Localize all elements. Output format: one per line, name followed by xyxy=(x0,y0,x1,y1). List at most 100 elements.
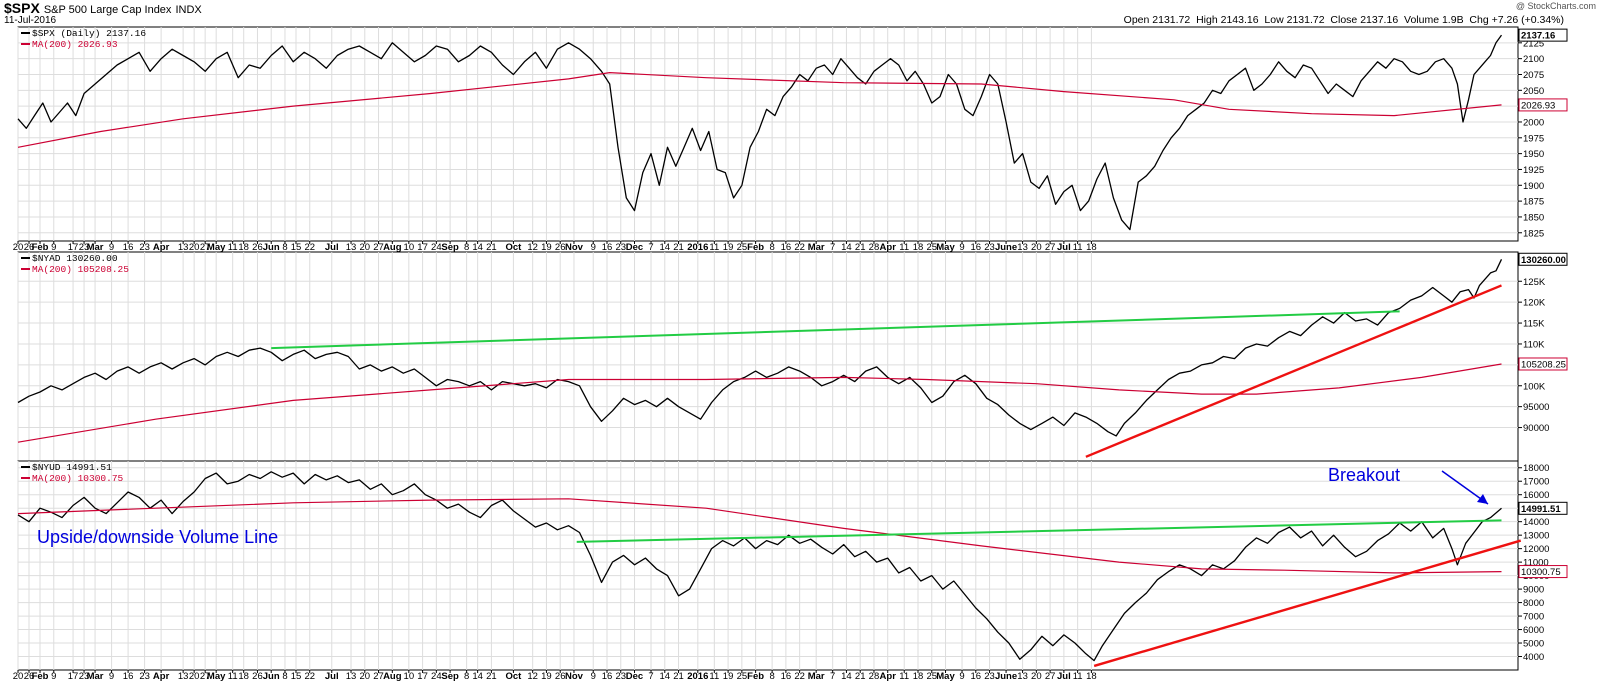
x-tick-label: 14 xyxy=(841,242,852,253)
x-tick-label: June xyxy=(995,242,1017,253)
y-tick-label: 2075 xyxy=(1523,70,1544,81)
x-tick-label: 11 xyxy=(899,242,909,253)
price-line xyxy=(17,259,1503,437)
x-tick-label: 13 xyxy=(1017,242,1028,253)
x-tick-label: 14 xyxy=(472,671,483,682)
x-tick-label: 20 xyxy=(359,671,370,682)
legend-label: MA(200) 10300.75 xyxy=(32,473,124,484)
x-tick-label: 16 xyxy=(971,242,982,253)
y-tick-label: 12000 xyxy=(1523,544,1549,555)
red-trend-line xyxy=(1085,284,1502,458)
x-tick-label: 9 xyxy=(959,242,964,253)
x-tick-label: 11 xyxy=(1073,242,1083,253)
x-tick-label: 19 xyxy=(723,671,734,682)
x-tick-label: 19 xyxy=(723,242,734,253)
x-tick-label: 26 xyxy=(252,671,263,682)
x-tick-label: 16 xyxy=(971,671,982,682)
annotation-breakout: Breakout xyxy=(1328,465,1400,485)
y-tick-label: 90000 xyxy=(1523,423,1549,434)
x-tick-label: 7 xyxy=(830,671,835,682)
x-tick-label: 18 xyxy=(238,671,249,682)
y-tick-label: 125K xyxy=(1523,277,1546,288)
x-tick-label: 8 xyxy=(464,242,469,253)
x-tick-label: 17 xyxy=(68,671,79,682)
x-tick-label: 9 xyxy=(959,671,964,682)
x-tick-label: 13 xyxy=(178,242,189,253)
x-tick-label: Oct xyxy=(505,242,522,253)
last-value-label: 130260.00 xyxy=(1521,255,1566,266)
y-tick-label: 13000 xyxy=(1523,531,1549,542)
x-tick-label: 10 xyxy=(404,242,415,253)
x-tick-label: 23 xyxy=(615,242,626,253)
x-tick-label: 13 xyxy=(346,671,357,682)
x-tick-label: Dec xyxy=(626,671,643,682)
x-tick-label: Jul xyxy=(1057,671,1071,682)
x-tick-label: 20 xyxy=(13,671,24,682)
x-tick-label: Feb xyxy=(32,242,49,253)
x-tick-label: 21 xyxy=(486,242,497,253)
x-tick-label: 16 xyxy=(781,671,792,682)
y-tick-label: 2050 xyxy=(1523,86,1544,97)
x-tick-label: June xyxy=(995,671,1017,682)
x-tick-label: 11 xyxy=(709,242,719,253)
chart-canvas: 2125210020752050202520001975195019251900… xyxy=(13,26,1568,682)
y-tick-label: 120K xyxy=(1523,298,1546,309)
x-tick-label: 19 xyxy=(541,242,552,253)
x-tick-label: 13 xyxy=(178,671,189,682)
y-tick-label: 17000 xyxy=(1523,477,1549,488)
x-tick-label: 9 xyxy=(51,242,56,253)
y-tick-label: 8000 xyxy=(1523,598,1544,609)
y-tick-label: 1950 xyxy=(1523,149,1544,160)
x-tick-label: 24 xyxy=(431,242,442,253)
price-line xyxy=(17,34,1503,231)
x-tick-label: 14 xyxy=(841,671,852,682)
x-tick-label: 26 xyxy=(252,242,263,253)
x-tick-label: 8 xyxy=(769,242,774,253)
x-tick-label: Dec xyxy=(626,242,643,253)
x-tick-label: Mar xyxy=(808,242,825,253)
x-tick-label: 20 xyxy=(189,671,200,682)
x-tick-label: Mar xyxy=(87,242,104,253)
x-tick-label: May xyxy=(936,671,955,682)
x-tick-label: 22 xyxy=(794,671,805,682)
y-tick-label: 2000 xyxy=(1523,117,1544,128)
x-tick-label: 21 xyxy=(855,671,866,682)
price-line xyxy=(17,471,1502,662)
x-tick-label: 20 xyxy=(189,242,200,253)
x-tick-label: Aug xyxy=(383,671,402,682)
y-tick-label: 1825 xyxy=(1523,228,1544,239)
green-resistance-line xyxy=(576,519,1502,543)
y-tick-label: 2100 xyxy=(1523,54,1544,65)
annotation-volume-line: Upside/downside Volume Line xyxy=(37,527,278,547)
x-tick-label: May xyxy=(936,242,955,253)
x-tick-label: 25 xyxy=(737,242,748,253)
x-tick-label: Nov xyxy=(565,671,584,682)
x-tick-label: Apr xyxy=(153,671,170,682)
x-tick-label: 18 xyxy=(913,671,924,682)
x-tick-label: 23 xyxy=(615,671,626,682)
x-tick-label: 22 xyxy=(304,671,315,682)
x-tick-label: Aug xyxy=(383,242,402,253)
x-tick-label: 9 xyxy=(109,242,114,253)
x-tick-label: Apr xyxy=(880,671,897,682)
x-tick-label: 11 xyxy=(228,671,238,682)
y-tick-label: 14000 xyxy=(1523,517,1549,528)
x-tick-label: 8 xyxy=(769,671,774,682)
x-tick-label: 23 xyxy=(139,671,150,682)
x-tick-label: 21 xyxy=(486,671,497,682)
y-tick-label: 7000 xyxy=(1523,612,1544,623)
x-tick-label: 17 xyxy=(417,242,428,253)
x-tick-label: 24 xyxy=(431,671,442,682)
x-tick-label: 16 xyxy=(123,671,134,682)
x-tick-label: 27 xyxy=(1045,671,1056,682)
y-tick-label: 1875 xyxy=(1523,197,1544,208)
x-tick-label: 11 xyxy=(1073,671,1083,682)
x-tick-label: 26 xyxy=(555,671,566,682)
x-tick-label: Apr xyxy=(880,242,897,253)
x-tick-label: Jun xyxy=(263,242,280,253)
x-tick-label: May xyxy=(207,671,226,682)
x-tick-label: 11 xyxy=(228,242,238,253)
x-tick-label: 9 xyxy=(591,242,596,253)
last-value-label: 2026.93 xyxy=(1521,100,1555,111)
x-tick-label: 11 xyxy=(709,671,719,682)
